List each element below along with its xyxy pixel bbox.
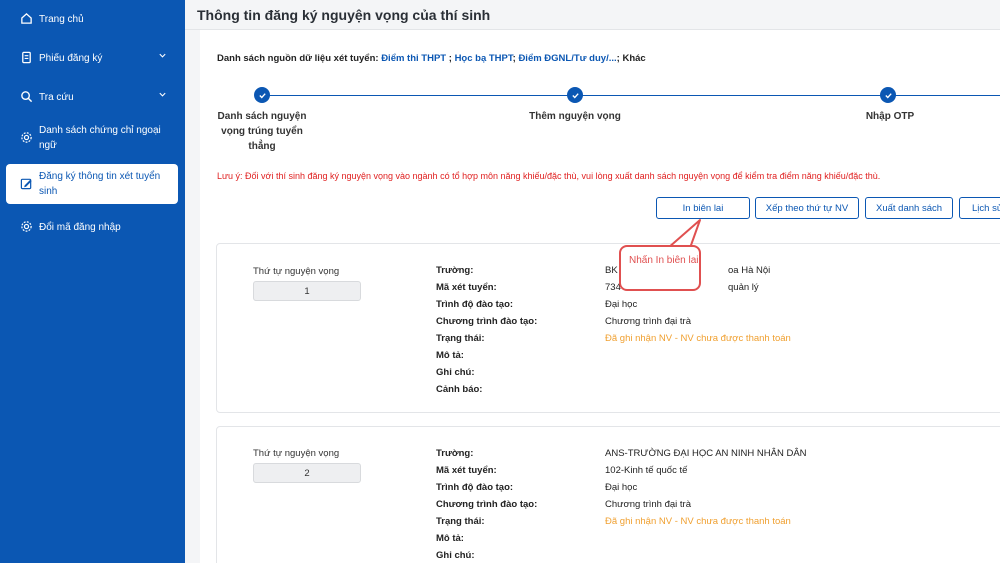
document-icon [22, 51, 31, 64]
program-value: Chương trình đại trà [605, 499, 691, 510]
school-value: BK [605, 265, 618, 276]
status-label: Trạng thái: [436, 333, 485, 344]
content-panel: Danh sách nguồn dữ liệu xét tuyển: Điểm … [200, 30, 1000, 563]
home-icon [21, 12, 32, 24]
program-label: Chương trình đào tạo: [436, 316, 538, 327]
school-value-tail: oa Hà Nội [728, 265, 771, 276]
page-title: Thông tin đăng ký nguyện vọng của thí si… [197, 7, 491, 23]
warning-note: Lưu ý: Đối với thí sinh đăng ký nguyện v… [217, 171, 881, 181]
sidebar-item-label: Trang chủ [39, 14, 84, 25]
description-label: Mô tả: [436, 350, 464, 361]
step-check-icon [880, 87, 896, 103]
chevron-down-icon [159, 92, 166, 97]
main-area: Danh sách nguồn dữ liệu xét tuyển: Điểm … [185, 30, 1000, 563]
status-value: Đã ghi nhận NV - NV chưa được thanh toán [605, 516, 791, 527]
gear-icon [21, 221, 32, 232]
description-label: Mô tả: [436, 533, 464, 544]
sidebar-item-label: Danh sách chứng chỉ ngoại ngữ [39, 125, 161, 151]
source-link[interactable]: Điểm ĐGNL/Tư duy/... [518, 53, 616, 64]
data-sources: Danh sách nguồn dữ liệu xét tuyển: Điểm … [217, 53, 646, 64]
school-value: ANS-TRƯỜNG ĐẠI HỌC AN NINH NHÂN DÂN [605, 448, 807, 459]
sort-by-order-button[interactable]: Xếp theo thứ tự NV [755, 197, 859, 219]
step-label: Thêm nguyện vọng [529, 111, 621, 122]
print-receipt-button[interactable]: In biên lai [656, 197, 750, 219]
level-value: Đại học [605, 482, 638, 493]
note-label: Ghi chú: [436, 550, 475, 561]
header: Thông tin đăng ký nguyện vọng của thí si… [185, 0, 1000, 30]
step-check-icon [254, 87, 270, 103]
status-value: Đã ghi nhận NV - NV chưa được thanh toán [605, 333, 791, 344]
callout-tooltip: Nhấn In biên lai [619, 245, 701, 291]
sidebar-item-label: Đổi mã đăng nhập [39, 222, 121, 233]
history-button[interactable]: Lịch sử [959, 197, 1000, 219]
data-sources-prefix: Danh sách nguồn dữ liệu xét tuyển: [217, 53, 379, 64]
search-icon [21, 91, 33, 103]
step-label: Danh sách nguyện vọng trúng tuyển thẳng [217, 111, 307, 152]
source-other: Khác [622, 53, 646, 64]
sidebar-item-label: Đăng ký thông tin xét tuyển sinh [39, 171, 161, 197]
alert-label: Cảnh báo: [436, 384, 483, 395]
sidebar-item-label: Phiếu đăng ký [39, 53, 103, 64]
sidebar-item-change-password[interactable]: Đổi mã đăng nhập [0, 220, 185, 236]
sidebar-item-home[interactable]: Trang chủ [0, 12, 185, 28]
export-list-button[interactable]: Xuất danh sách [865, 197, 953, 219]
order-value: 1 [253, 281, 361, 301]
note-label: Ghi chú: [436, 367, 475, 378]
program-label: Chương trình đào tạo: [436, 499, 538, 510]
code-label: Mã xét tuyển: [436, 465, 497, 476]
edit-icon [20, 178, 32, 190]
level-value: Đại học [605, 299, 638, 310]
sidebar-item-lookup[interactable]: Tra cứu [0, 90, 185, 106]
code-value-tail: quản lý [728, 282, 759, 293]
source-link[interactable]: Học bạ THPT [455, 53, 513, 64]
step-label: Nhập OTP [865, 111, 915, 122]
step-check-icon [567, 87, 583, 103]
sidebar: Trang chủ Phiếu đăng ký Tra cứu Danh sác… [0, 0, 185, 563]
chevron-down-icon [159, 53, 166, 58]
program-value: Chương trình đại trà [605, 316, 691, 327]
sidebar-item-registration[interactable]: Phiếu đăng ký [0, 51, 185, 67]
gear-icon [21, 132, 32, 143]
level-label: Trình độ đào tạo: [436, 482, 514, 493]
wish-card: Thứ tự nguyện vọng 1 Trường: Mã xét tuyể… [216, 243, 1000, 413]
callout-text: Nhấn In biên lai [629, 255, 699, 266]
order-value: 2 [253, 463, 361, 483]
code-value: 102-Kinh tế quốc tế [605, 465, 688, 476]
order-label: Thứ tự nguyện vọng [253, 448, 340, 459]
level-label: Trình độ đào tạo: [436, 299, 514, 310]
source-link[interactable]: Điểm thi THPT [381, 53, 446, 64]
school-label: Trường: [436, 448, 474, 459]
school-label: Trường: [436, 265, 474, 276]
code-label: Mã xét tuyển: [436, 282, 497, 293]
sidebar-item-language-certificates[interactable]: Danh sách chứng chỉ ngoại ngữ [0, 123, 185, 155]
sidebar-item-admission-registration[interactable]: Đăng ký thông tin xét tuyển sinh [6, 164, 178, 204]
order-label: Thứ tự nguyện vọng [253, 266, 340, 277]
sidebar-item-label: Tra cứu [39, 92, 74, 103]
wish-card: Thứ tự nguyện vọng 2 Trường: Mã xét tuyể… [216, 426, 1000, 563]
status-label: Trạng thái: [436, 516, 485, 527]
